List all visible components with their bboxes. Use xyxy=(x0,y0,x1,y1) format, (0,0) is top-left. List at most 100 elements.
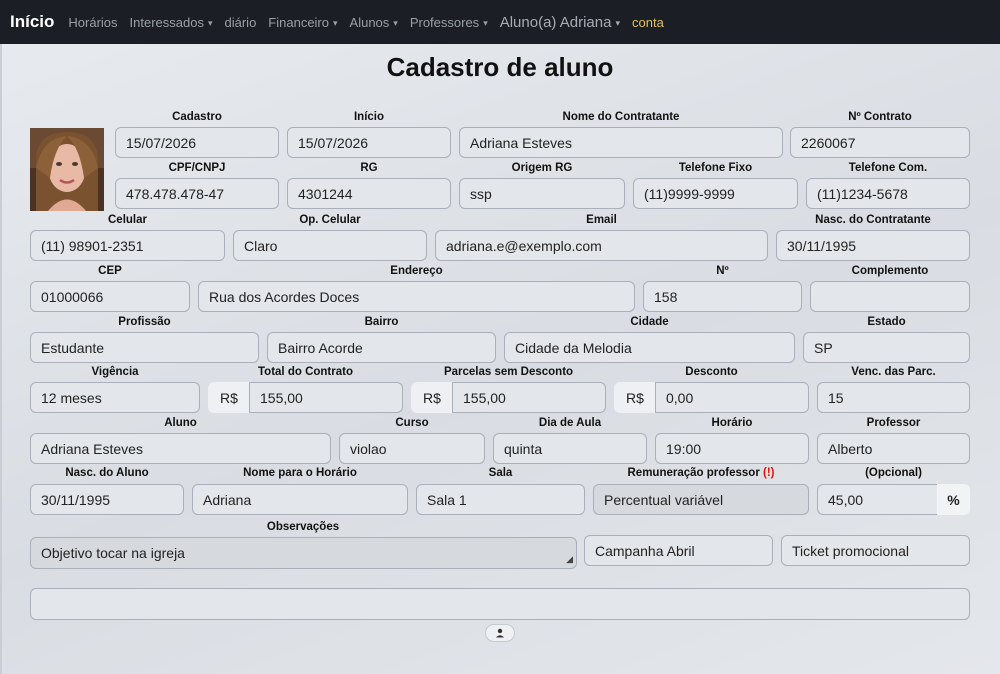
celular-field[interactable]: (11) 98901-2351 xyxy=(30,230,225,261)
page-edge-divider xyxy=(0,44,2,674)
top-navbar: Início Horários Interessados ▾ diário Fin… xyxy=(0,0,1000,44)
label-parcelas-sem-desconto: Parcelas sem Desconto xyxy=(443,366,574,378)
estado-field[interactable]: SP xyxy=(803,332,970,363)
label-sala: Sala xyxy=(488,467,513,479)
label-total-contrato: Total do Contrato xyxy=(258,366,353,378)
resize-grip-icon[interactable]: ◢ xyxy=(566,554,573,565)
nome-contratante-field[interactable]: Adriana Esteves xyxy=(459,127,783,158)
label-tel-fixo: Telefone Fixo xyxy=(678,162,753,174)
student-photo xyxy=(30,128,104,211)
user-button[interactable] xyxy=(485,624,515,642)
label-remuneracao: Remuneração professor (!) xyxy=(627,467,775,479)
label-email: Email xyxy=(586,214,617,226)
vigencia-field[interactable]: 12 meses xyxy=(30,382,200,413)
campanha-field[interactable]: Campanha Abril xyxy=(584,535,773,566)
chevron-down-icon: ▾ xyxy=(615,17,620,28)
label-numero: Nº xyxy=(716,265,729,277)
email-field[interactable]: adriana.e@exemplo.com xyxy=(435,230,768,261)
chevron-down-icon: ▾ xyxy=(483,17,488,28)
parcelas-sem-desconto-field[interactable]: 155,00 xyxy=(452,382,606,413)
label-observacoes: Observações xyxy=(266,521,340,533)
nav-diario[interactable]: diário xyxy=(225,15,257,30)
aluno-field[interactable]: Adriana Esteves xyxy=(30,433,331,464)
observacoes-textarea[interactable]: Objetivo tocar na igreja ◢ xyxy=(30,537,577,569)
label-celular: Celular xyxy=(108,214,147,226)
total-contrato-field[interactable]: 155,00 xyxy=(249,382,403,413)
observacoes-text: Objetivo tocar na igreja xyxy=(41,545,185,561)
nav-professores[interactable]: Professores ▾ xyxy=(410,15,488,30)
desconto-field[interactable]: 0,00 xyxy=(655,382,809,413)
venc-parc-field[interactable]: 15 xyxy=(817,382,970,413)
bairro-field[interactable]: Bairro Acorde xyxy=(267,332,496,363)
cidade-field[interactable]: Cidade da Melodia xyxy=(504,332,795,363)
label-aluno: Aluno xyxy=(164,417,197,429)
label-n-contrato: Nº Contrato xyxy=(848,111,912,123)
currency-addon: R$ xyxy=(614,382,656,413)
cadastro-date-field[interactable]: 15/07/2026 xyxy=(115,127,279,158)
nav-account-link[interactable]: conta xyxy=(632,15,664,30)
label-curso: Curso xyxy=(395,417,429,429)
label-complemento: Complemento xyxy=(851,265,929,277)
tel-fixo-field[interactable]: (11)9999-9999 xyxy=(633,178,798,209)
nome-horario-field[interactable]: Adriana xyxy=(192,484,408,515)
ticket-field[interactable]: Ticket promocional xyxy=(781,535,970,566)
percentual-field[interactable]: 45,00 xyxy=(817,484,938,515)
chevron-down-icon: ▾ xyxy=(333,17,338,28)
label-cpf: CPF/CNPJ xyxy=(168,162,226,174)
curso-field[interactable]: violao xyxy=(339,433,485,464)
horario-field[interactable]: 19:00 xyxy=(655,433,809,464)
nav-financeiro[interactable]: Financeiro ▾ xyxy=(268,15,337,30)
label-origem-rg: Origem RG xyxy=(511,162,573,174)
profissao-field[interactable]: Estudante xyxy=(30,332,259,363)
chevron-down-icon: ▾ xyxy=(393,17,398,28)
warning-flag: (!) xyxy=(763,467,775,479)
op-celular-field[interactable]: Claro xyxy=(233,230,427,261)
nav-interessados[interactable]: Interessados ▾ xyxy=(130,15,213,30)
currency-addon: R$ xyxy=(411,382,453,413)
professor-field[interactable]: Alberto xyxy=(817,433,970,464)
nav-brand[interactable]: Início xyxy=(10,12,54,32)
sala-field[interactable]: Sala 1 xyxy=(416,484,585,515)
label-endereco: Endereço xyxy=(390,265,443,277)
label-cidade: Cidade xyxy=(630,316,669,328)
dia-aula-field[interactable]: quinta xyxy=(493,433,647,464)
label-vigencia: Vigência xyxy=(91,366,139,378)
complemento-field[interactable] xyxy=(810,281,970,312)
nasc-contratante-field[interactable]: 30/11/1995 xyxy=(776,230,970,261)
label-nasc-aluno: Nasc. do Aluno xyxy=(65,467,149,479)
label-cep: CEP xyxy=(98,265,122,277)
percent-addon: % xyxy=(937,484,970,515)
label-profissao: Profissão xyxy=(118,316,171,328)
endereco-field[interactable]: Rua dos Acordes Doces xyxy=(198,281,635,312)
nav-alunos[interactable]: Alunos ▾ xyxy=(350,15,398,30)
label-bairro: Bairro xyxy=(364,316,399,328)
label-op-celular: Op. Celular xyxy=(299,214,361,226)
label-venc-parc: Venc. das Parc. xyxy=(851,366,936,378)
currency-addon: R$ xyxy=(208,382,250,413)
label-tel-com: Telefone Com. xyxy=(848,162,928,174)
label-inicio: Início xyxy=(353,111,385,123)
chevron-down-icon: ▾ xyxy=(207,17,213,28)
rg-field[interactable]: 4301244 xyxy=(287,178,451,209)
label-dia-aula: Dia de Aula xyxy=(538,417,602,429)
label-horario: Horário xyxy=(711,417,753,429)
cpf-field[interactable]: 478.478.478-47 xyxy=(115,178,279,209)
nav-horarios[interactable]: Horários xyxy=(68,15,117,30)
label-rg: RG xyxy=(360,162,378,174)
label-opcional: (Opcional) xyxy=(865,467,922,479)
origem-rg-field[interactable]: ssp xyxy=(459,178,625,209)
label-cadastro: Cadastro xyxy=(172,111,222,123)
remuneracao-select[interactable]: Percentual variável xyxy=(593,484,809,515)
inicio-date-field[interactable]: 15/07/2026 xyxy=(287,127,451,158)
tel-com-field[interactable]: (11)1234-5678 xyxy=(806,178,970,209)
nasc-aluno-field[interactable]: 30/11/1995 xyxy=(30,484,184,515)
page-title: Cadastro de aluno xyxy=(386,52,614,82)
extra-field[interactable] xyxy=(30,588,970,620)
cep-field[interactable]: 01000066 xyxy=(30,281,190,312)
label-estado: Estado xyxy=(867,316,906,328)
nav-user-menu[interactable]: Aluno(a) Adriana ▾ xyxy=(500,14,620,31)
n-contrato-field[interactable]: 2260067 xyxy=(790,127,970,158)
label-desconto: Desconto xyxy=(685,366,738,378)
label-nome-horario: Nome para o Horário xyxy=(243,467,357,479)
numero-field[interactable]: 158 xyxy=(643,281,802,312)
